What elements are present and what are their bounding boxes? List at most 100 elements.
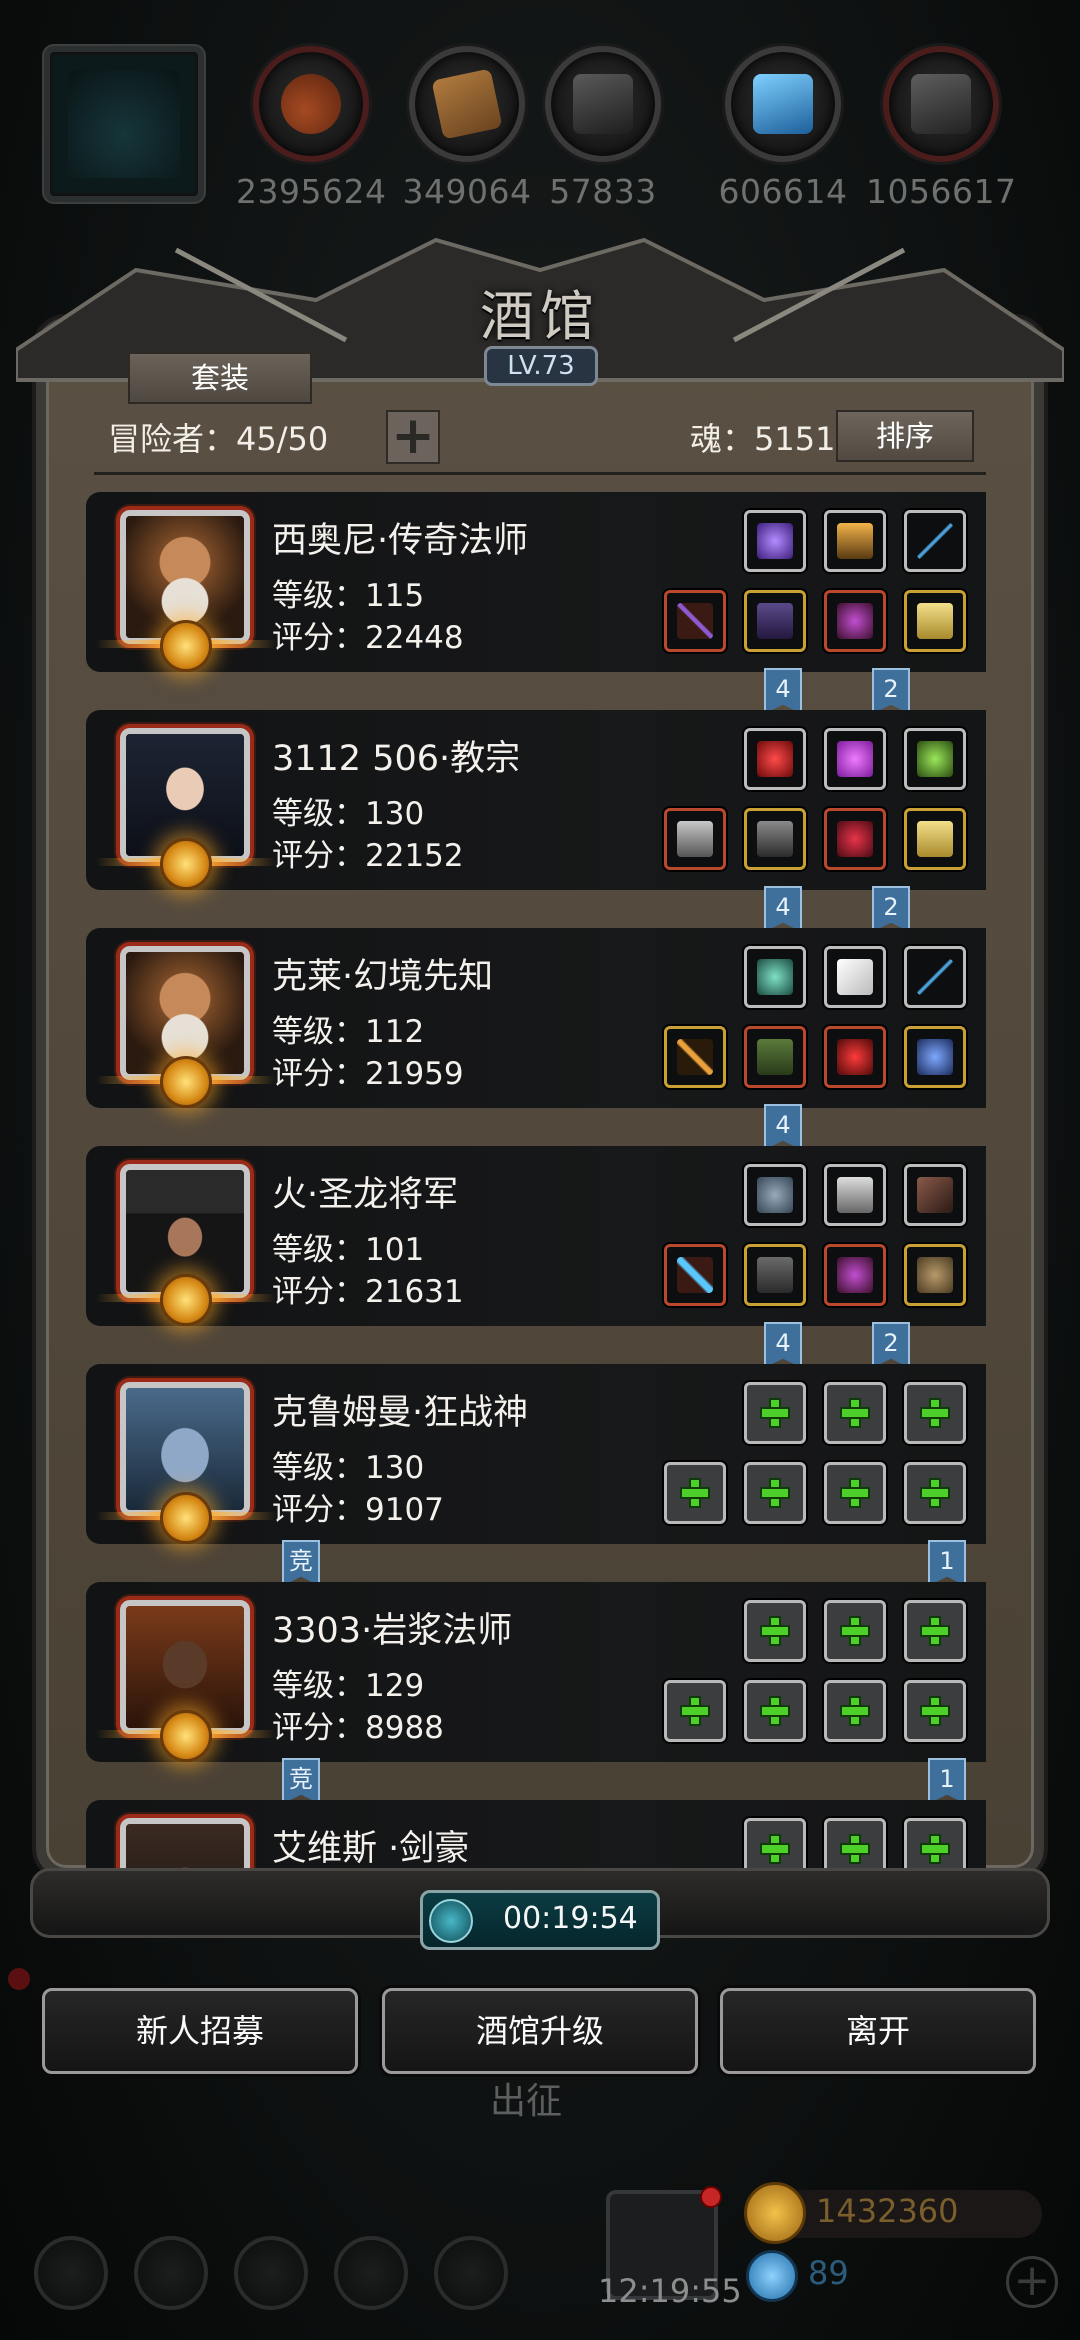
gauntlet-icon[interactable]	[904, 590, 966, 652]
hero-card[interactable]: 3112 506·教宗 等级：130 评分：22152 4 2	[86, 710, 986, 932]
soul-count: 魂：5151	[690, 420, 836, 458]
rank-emblem-icon	[160, 1492, 212, 1544]
empty-slot-add-icon[interactable]	[824, 1382, 886, 1444]
gauntlet-icon[interactable]	[904, 808, 966, 870]
staff-icon[interactable]	[664, 590, 726, 652]
torch-icon[interactable]	[824, 510, 886, 572]
hero-name: 艾维斯 ·剑豪	[272, 1829, 470, 1869]
outfit-button[interactable]: 套装	[128, 352, 312, 404]
gem-value: 89	[808, 2254, 849, 2292]
robe-icon[interactable]	[744, 590, 806, 652]
empty-slot-add-icon[interactable]	[824, 1600, 886, 1662]
hero-card[interactable]: 火·圣龙将军 等级：101 评分：21631 4 2	[86, 1146, 986, 1368]
recruit-button[interactable]: 新人招募	[42, 1988, 358, 2074]
resource-value: 1056617	[866, 172, 1017, 211]
empty-slot-add-icon[interactable]	[744, 1462, 806, 1524]
resource-value: 349064	[402, 172, 532, 211]
empty-slot-add-icon[interactable]	[744, 1680, 806, 1742]
spear-icon[interactable]	[904, 510, 966, 572]
pendant-icon[interactable]	[904, 1026, 966, 1088]
empty-slot-add-icon[interactable]	[904, 1680, 966, 1742]
go-label: 出征	[490, 2081, 563, 2122]
hero-name: 克莱·幻境先知	[272, 957, 494, 997]
expand-slots-button[interactable]: +	[386, 410, 440, 464]
arena-tag: 竞	[282, 1758, 320, 1804]
empty-slot-add-icon[interactable]	[904, 1600, 966, 1662]
purple-gem-icon[interactable]	[824, 728, 886, 790]
scepter-icon[interactable]	[664, 1026, 726, 1088]
green-rune-icon[interactable]	[744, 946, 806, 1008]
hero-score: 评分：8988	[272, 1710, 444, 1746]
leave-button[interactable]: 离开	[720, 1988, 1036, 2074]
refresh-timer: 00:19:54	[420, 1890, 660, 1950]
gem-icon	[746, 2250, 798, 2302]
purple-orb-icon[interactable]	[744, 510, 806, 572]
rank-emblem-icon	[160, 1274, 212, 1326]
rank-emblem-icon	[160, 838, 212, 890]
red-eye-icon[interactable]	[824, 1026, 886, 1088]
hammer-icon[interactable]	[664, 808, 726, 870]
empty-slot-add-icon[interactable]	[824, 1462, 886, 1524]
spear-icon[interactable]	[904, 946, 966, 1008]
empty-slot-add-icon[interactable]	[744, 1818, 806, 1872]
crest-icon[interactable]	[824, 1164, 886, 1226]
empty-slot-add-icon[interactable]	[904, 1818, 966, 1872]
lantern-icon[interactable]	[904, 728, 966, 790]
hero-card[interactable]: 克莱·幻境先知 等级：112 评分：21959 4	[86, 928, 986, 1150]
claw-icon[interactable]	[904, 1164, 966, 1226]
armor-icon[interactable]	[744, 1026, 806, 1088]
map-icon[interactable]	[434, 2236, 508, 2310]
resource-value: 606614	[718, 172, 848, 211]
set-tag: 4	[764, 1104, 802, 1150]
red-orb-icon[interactable]	[744, 728, 806, 790]
amulet-icon[interactable]	[824, 1244, 886, 1306]
feather-icon[interactable]	[824, 946, 886, 1008]
empty-slot-add-icon[interactable]	[824, 1680, 886, 1742]
hero-card[interactable]: 克鲁姆曼·狂战神 等级：130 评分：9107 竞 1	[86, 1364, 986, 1586]
crystal-icon	[753, 74, 813, 134]
empty-slot-add-icon[interactable]	[904, 1462, 966, 1524]
stone-icon[interactable]	[744, 1164, 806, 1226]
guild-icon[interactable]	[234, 2236, 308, 2310]
hero-card[interactable]: 西奥尼·传奇法师 等级：115 评分：22448 4 2	[86, 492, 986, 714]
mail-icon[interactable]	[334, 2236, 408, 2310]
upgrade-tavern-button[interactable]: 酒馆升级	[382, 1988, 698, 2074]
rank-emblem-icon	[160, 1710, 212, 1762]
ice-blade-icon[interactable]	[664, 1244, 726, 1306]
hero-card[interactable]: 3303·岩浆法师 等级：129 评分：8988 竞 1	[86, 1582, 986, 1804]
empty-slot-add-icon[interactable]	[824, 1818, 886, 1872]
iron-icon	[573, 74, 633, 134]
beast-icon[interactable]	[904, 1244, 966, 1306]
sort-button[interactable]: 排序	[836, 410, 974, 462]
star-icon[interactable]	[134, 2236, 208, 2310]
hero-name: 3112 506·教宗	[272, 739, 521, 779]
hero-score: 评分：22448	[272, 620, 464, 656]
hero-level: 等级：129	[272, 1668, 425, 1704]
gold-coin-icon	[744, 2182, 806, 2244]
empty-slot-add-icon[interactable]	[664, 1462, 726, 1524]
set-tag: 2	[872, 1322, 910, 1368]
hero-score: 评分：21631	[272, 1274, 464, 1310]
adventurer-count: 冒险者：45/50	[108, 420, 329, 458]
hero-name: 西奥尼·传奇法师	[272, 521, 529, 561]
potion-icon[interactable]	[824, 808, 886, 870]
hero-name: 火·圣龙将军	[272, 1175, 459, 1215]
wood-icon	[431, 68, 503, 140]
resource-value: 2395624	[236, 172, 387, 211]
hero-list[interactable]: 西奥尼·传奇法师 等级：115 评分：22448 4 2 3112 506·教宗…	[86, 488, 986, 1872]
set-tag: 2	[872, 886, 910, 932]
add-currency-button[interactable]: +	[1006, 2256, 1058, 2308]
armor-icon[interactable]	[744, 1244, 806, 1306]
empty-slot-add-icon[interactable]	[744, 1382, 806, 1444]
set-tag: 1	[928, 1540, 966, 1586]
amulet-icon[interactable]	[824, 590, 886, 652]
hero-level: 等级：130	[272, 1450, 425, 1486]
empty-slot-add-icon[interactable]	[744, 1600, 806, 1662]
player-avatar[interactable]	[44, 46, 204, 202]
armor-icon[interactable]	[744, 808, 806, 870]
empty-slot-add-icon[interactable]	[664, 1680, 726, 1742]
hero-card[interactable]: 艾维斯 ·剑豪	[86, 1800, 986, 1872]
resource-value: 57833	[549, 172, 657, 211]
empty-slot-add-icon[interactable]	[904, 1382, 966, 1444]
settings-gear-icon[interactable]	[34, 2236, 108, 2310]
